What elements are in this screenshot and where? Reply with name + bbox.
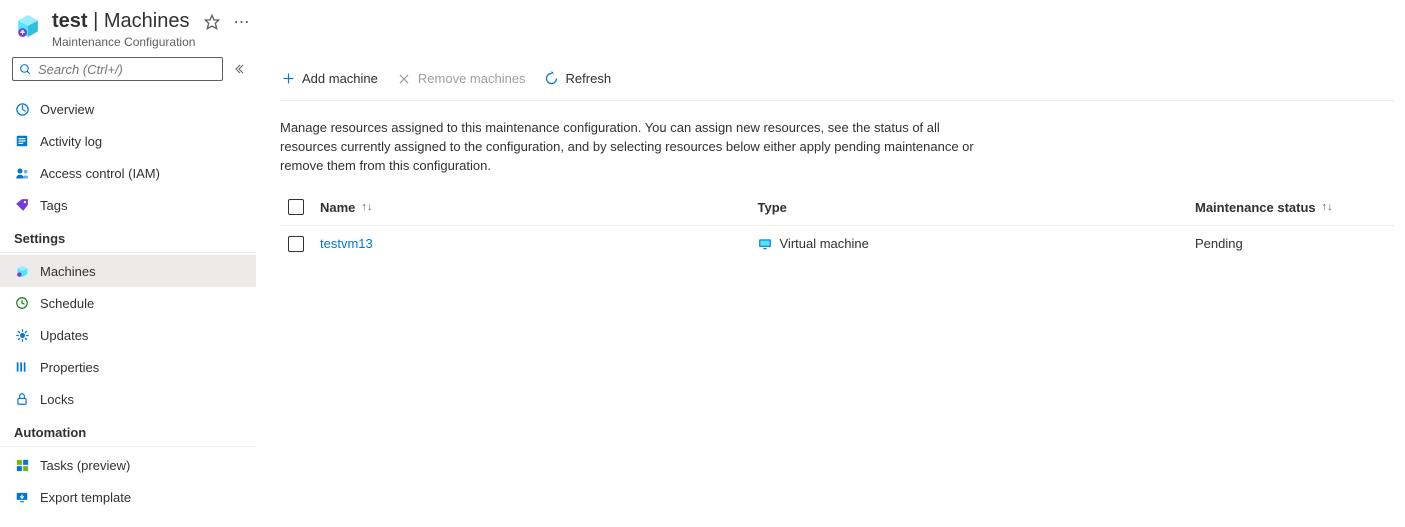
sidebar-item-properties[interactable]: Properties xyxy=(0,351,256,383)
command-bar: Add machine Remove machines Refresh xyxy=(280,57,1395,101)
schedule-icon xyxy=(14,295,30,311)
activity-log-icon xyxy=(14,133,30,149)
page-subtitle: Maintenance Configuration xyxy=(52,35,251,49)
table-header-row: Name ↑↓ Type Maintenance status ↑↓ xyxy=(280,190,1395,226)
sidebar-collapse-icon[interactable] xyxy=(233,63,245,75)
page-header: test | Machines ⋯ Maintenance Configurat… xyxy=(0,0,1405,57)
resource-type-icon xyxy=(14,12,42,40)
page-title: test | Machines xyxy=(52,10,190,33)
row-checkbox[interactable] xyxy=(288,236,304,252)
export-template-icon xyxy=(14,489,30,505)
sidebar-section-automation: Automation xyxy=(0,415,256,447)
sidebar-item-label: Schedule xyxy=(40,296,94,311)
more-ellipsis-icon[interactable]: ⋯ xyxy=(234,12,251,32)
tasks-icon xyxy=(14,457,30,473)
overview-icon xyxy=(14,101,30,117)
sidebar: Overview Activity log Access control (IA… xyxy=(0,57,256,527)
toolbar-label: Add machine xyxy=(302,71,378,86)
refresh-button[interactable]: Refresh xyxy=(544,71,612,87)
virtual-machine-icon xyxy=(758,237,772,251)
sidebar-item-label: Export template xyxy=(40,490,131,505)
toolbar-label: Remove machines xyxy=(418,71,526,86)
properties-icon xyxy=(14,359,30,375)
resource-link[interactable]: testvm13 xyxy=(320,236,373,251)
sidebar-item-label: Activity log xyxy=(40,134,102,149)
sidebar-search-input[interactable] xyxy=(38,62,216,77)
plus-icon xyxy=(280,71,296,87)
sidebar-item-updates[interactable]: Updates xyxy=(0,319,256,351)
sidebar-item-label: Tags xyxy=(40,198,67,213)
tags-icon xyxy=(14,197,30,213)
cell-status-text: Pending xyxy=(1195,236,1243,251)
toolbar-label: Refresh xyxy=(566,71,612,86)
sidebar-item-machines[interactable]: Machines xyxy=(0,255,256,287)
search-icon xyxy=(19,63,32,76)
sort-icon: ↑↓ xyxy=(361,201,372,213)
remove-machines-button: Remove machines xyxy=(396,71,526,87)
col-status[interactable]: Maintenance status ↑↓ xyxy=(1195,200,1395,215)
col-name[interactable]: Name ↑↓ xyxy=(320,200,758,215)
favorite-star-icon[interactable] xyxy=(204,14,220,30)
main-content: Add machine Remove machines Refresh Mana… xyxy=(256,57,1405,527)
machines-table: Name ↑↓ Type Maintenance status ↑↓ testv… xyxy=(280,190,1395,262)
x-icon xyxy=(396,71,412,87)
sidebar-item-label: Locks xyxy=(40,392,74,407)
updates-icon xyxy=(14,327,30,343)
table-row: testvm13 Virtual machine Pending xyxy=(280,226,1395,262)
machines-icon xyxy=(14,263,30,279)
sidebar-item-schedule[interactable]: Schedule xyxy=(0,287,256,319)
add-machine-button[interactable]: Add machine xyxy=(280,71,378,87)
sidebar-section-settings: Settings xyxy=(0,221,256,253)
sidebar-item-label: Tasks (preview) xyxy=(40,458,130,473)
sidebar-item-export-template[interactable]: Export template xyxy=(0,481,256,513)
sidebar-item-access-control[interactable]: Access control (IAM) xyxy=(0,157,256,189)
sidebar-item-tasks[interactable]: Tasks (preview) xyxy=(0,449,256,481)
sidebar-item-label: Overview xyxy=(40,102,94,117)
sidebar-search[interactable] xyxy=(12,57,223,81)
access-control-icon xyxy=(14,165,30,181)
sort-icon: ↑↓ xyxy=(1322,201,1333,213)
sidebar-item-tags[interactable]: Tags xyxy=(0,189,256,221)
sidebar-item-overview[interactable]: Overview xyxy=(0,93,256,125)
cell-type-text: Virtual machine xyxy=(780,236,869,251)
sidebar-item-label: Machines xyxy=(40,264,96,279)
refresh-icon xyxy=(544,71,560,87)
select-all-checkbox[interactable] xyxy=(288,199,304,215)
page-description: Manage resources assigned to this mainte… xyxy=(280,101,1000,190)
sidebar-item-activity-log[interactable]: Activity log xyxy=(0,125,256,157)
sidebar-item-label: Access control (IAM) xyxy=(40,166,160,181)
locks-icon xyxy=(14,391,30,407)
col-type[interactable]: Type xyxy=(758,200,1196,215)
sidebar-item-label: Updates xyxy=(40,328,88,343)
sidebar-item-label: Properties xyxy=(40,360,99,375)
sidebar-item-locks[interactable]: Locks xyxy=(0,383,256,415)
